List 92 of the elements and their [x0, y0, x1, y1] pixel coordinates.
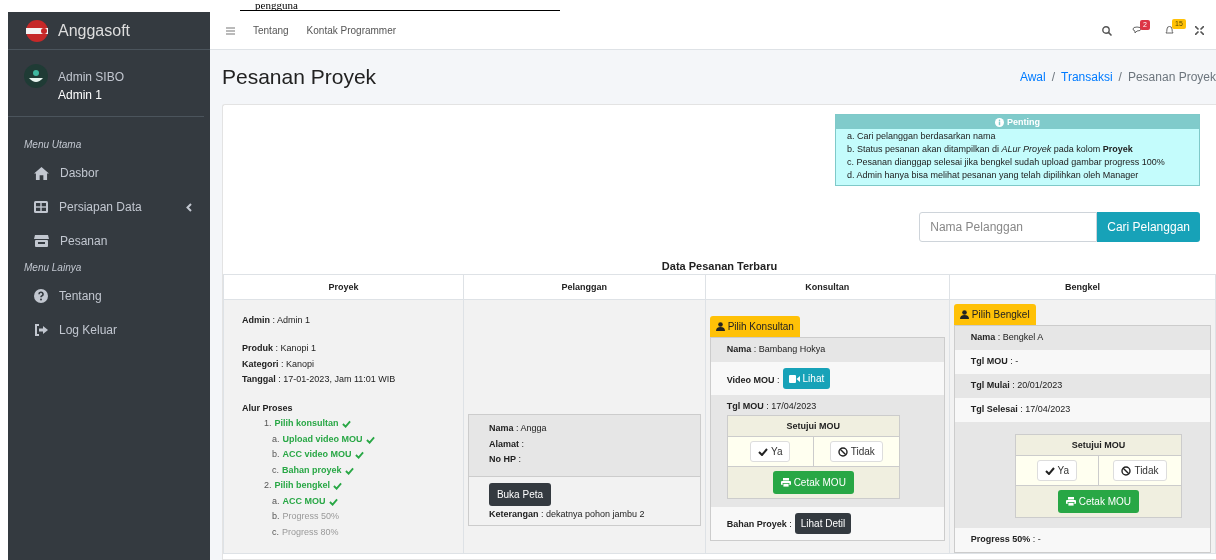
page-title: Pesanan Proyek: [222, 65, 377, 89]
approve-button[interactable]: Ya: [749, 441, 791, 462]
list-marker: a.: [272, 432, 280, 446]
field-text: Produk : Kanopi 1: [242, 342, 318, 356]
field-text: Progress 50% : -: [970, 534, 1041, 544]
video-camera-icon: [788, 374, 800, 383]
question-icon: [34, 289, 48, 303]
field-text: Tgl MOU : -: [970, 356, 1019, 366]
fullscreen-icon[interactable]: [1195, 26, 1204, 35]
brand-name[interactable]: Anggasoft: [58, 21, 131, 40]
field-text: Keterangan : dekatnya pohon jambu 2: [488, 508, 646, 519]
pick-button[interactable]: Pilih Konsultan: [709, 316, 800, 337]
nav-link[interactable]: Tentang: [253, 25, 289, 36]
sidebar-item[interactable]: Log Keluar: [14, 313, 204, 347]
user-role: Admin 1: [58, 88, 104, 102]
menu-section-header: Menu Lainya: [23, 261, 83, 275]
user-name: Admin SIBO: [58, 70, 125, 84]
menu-section-header: Menu Utama: [23, 138, 83, 152]
field-text: Bahan Proyek :: [726, 519, 792, 529]
check-icon: [1044, 466, 1055, 475]
notice-item: b. Status pesanan akan ditampilkan di ALur Proyek pada kolom Proyek: [847, 144, 1134, 154]
notice-item: d. Admin hanya bisa melihat pesanan yang telah dipilihkan oleh Manager: [847, 170, 1140, 180]
process-step: Bahan proyek: [282, 462, 342, 479]
check-icon: [341, 420, 351, 428]
field-text: Kategori : Kanopi: [242, 357, 316, 371]
process-step: Progress 80%: [282, 524, 339, 541]
ban-icon: [1121, 465, 1132, 476]
field-text: Video MOU :: [726, 374, 780, 385]
notice-title: Penting: [1007, 117, 1040, 127]
home-icon: [34, 166, 49, 180]
column-header: Pelanggan: [463, 274, 706, 300]
process-step: Pilih bengkel: [274, 478, 331, 494]
table-icon: [34, 201, 48, 213]
section-label: Alur Proses: [242, 401, 294, 415]
field-text: Nama : Angga: [488, 422, 548, 435]
printer-icon: [780, 478, 791, 487]
list-marker: b.: [272, 510, 280, 524]
column-header: Proyek: [223, 274, 464, 300]
breadcrumb-link[interactable]: Transaksi: [1061, 70, 1113, 84]
bell-icon[interactable]: [1164, 25, 1175, 36]
field-text: Alamat :: [488, 437, 525, 451]
nav-link[interactable]: Kontak Programmer: [306, 25, 397, 36]
view-detail-button[interactable]: Lihat Detil: [794, 513, 852, 534]
person-icon: [715, 322, 725, 331]
sidebar-item[interactable]: Tentang: [14, 279, 204, 313]
process-step: Pilih konsultan: [274, 416, 339, 432]
check-icon: [757, 447, 768, 456]
process-step: Progress 50%: [282, 509, 340, 525]
store-icon: [34, 235, 49, 247]
breadcrumb-current: Pesanan Proyek: [1127, 70, 1216, 84]
process-step: ACC MOU: [282, 493, 326, 510]
notice-item: c. Pesanan dianggap selesai jika bengkel sudah upload gambar progress 100%: [847, 157, 1166, 167]
reject-button[interactable]: Tidak: [829, 441, 883, 462]
list-marker: 2.: [264, 479, 272, 493]
field-text: Nama : Bambang Hokya: [726, 344, 826, 354]
sidebar-item[interactable]: Dasbor: [14, 156, 204, 190]
process-step: ACC video MOU: [282, 447, 352, 463]
pick-button[interactable]: Pilih Bengkel: [953, 304, 1036, 325]
list-marker: b.: [272, 448, 280, 462]
breadcrumb-separator: /: [1051, 70, 1055, 84]
ban-icon: [837, 446, 848, 457]
process-step: Upload video MOU: [282, 431, 363, 448]
field-text: Tgl Mulai : 20/01/2023: [970, 380, 1063, 390]
reject-button[interactable]: Tidak: [1113, 460, 1167, 481]
list-marker: 1.: [264, 417, 272, 431]
person-icon: [959, 310, 969, 319]
breadcrumb-link[interactable]: Awal: [1019, 70, 1046, 84]
column-header: Konsultan: [705, 274, 950, 300]
approve-button[interactable]: Ya: [1036, 460, 1078, 481]
sidebar-item[interactable]: Pesanan: [14, 224, 204, 258]
notice-item: a. Cari pelanggan berdasarkan nama: [847, 131, 997, 141]
field-text: Tanggal : 17-01-2023, Jam 11:01 WIB: [242, 373, 397, 387]
breadcrumb-separator: /: [1118, 70, 1122, 84]
list-marker: a.: [272, 494, 280, 508]
sidebar-item[interactable]: Persiapan Data: [14, 190, 204, 224]
sign-out-icon: [34, 324, 48, 336]
list-marker: c.: [272, 525, 279, 539]
field-text: Tgl Selesai : 17/04/2023: [970, 404, 1071, 414]
chat-icon[interactable]: [1132, 25, 1144, 36]
open-map-button[interactable]: Buka Peta: [488, 482, 552, 506]
field-text: Nama : Bengkel A: [970, 332, 1044, 342]
avatar-icon: [24, 64, 48, 88]
logo-icon: [24, 19, 50, 42]
table-title: Data Pesanan Terbaru: [660, 260, 779, 272]
field-text: Tgl MOU : 17/04/2023: [726, 401, 817, 411]
field-text: No HP :: [488, 453, 522, 466]
list-marker: c.: [272, 463, 279, 477]
printer-icon: [1065, 497, 1076, 506]
column-header: Bengkel: [949, 274, 1216, 300]
field-text: Admin : Admin 1: [242, 313, 312, 327]
search-icon[interactable]: [1102, 25, 1112, 36]
search-field[interactable]: Nama Pelanggan: [919, 212, 1098, 242]
